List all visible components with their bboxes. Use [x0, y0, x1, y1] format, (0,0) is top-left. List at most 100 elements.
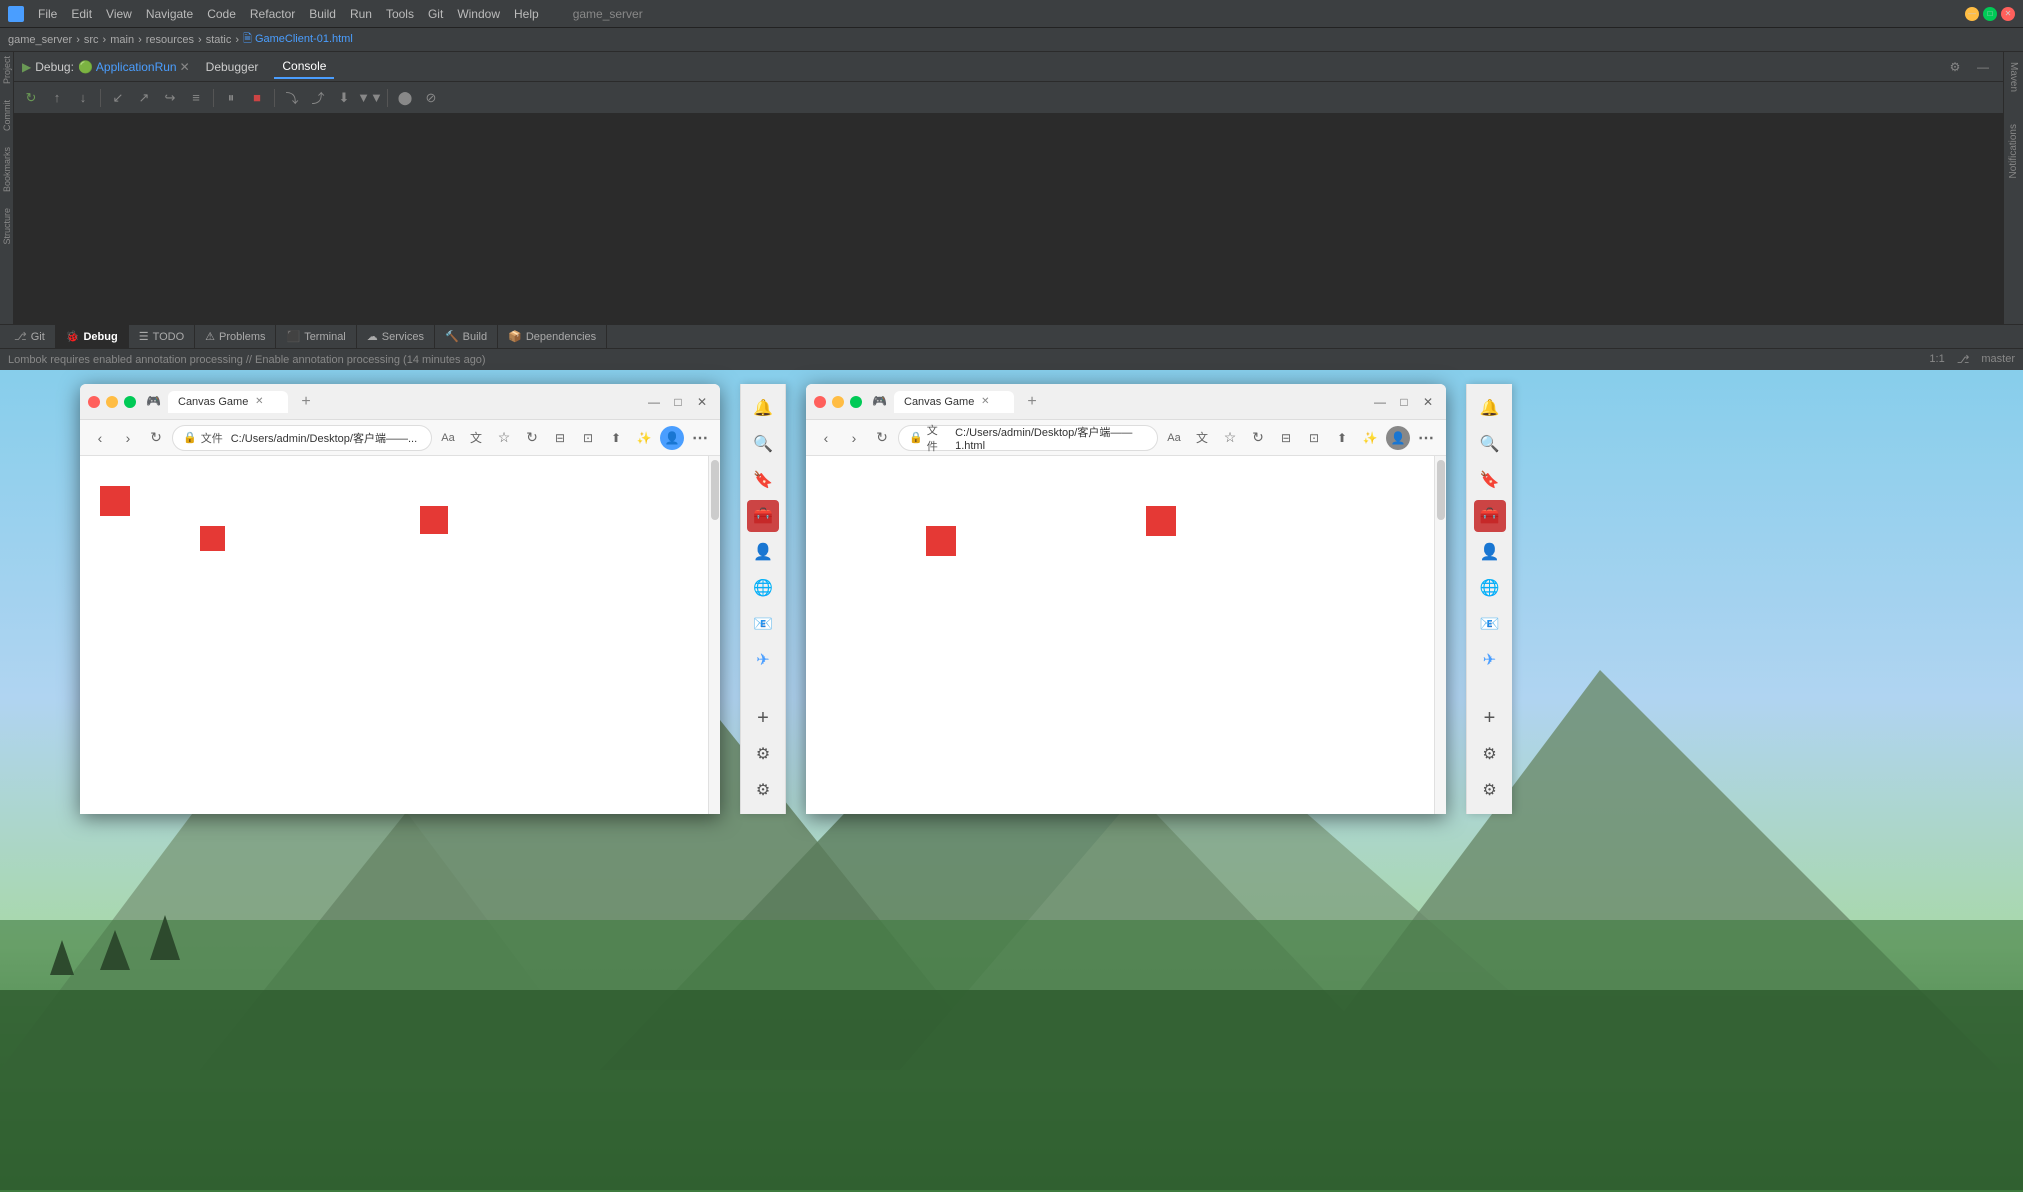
sidebar-mail-icon[interactable]: 📧: [747, 608, 779, 640]
sidebar2-settings2-icon[interactable]: ⚙: [1474, 738, 1506, 770]
force-step-into[interactable]: ⬇: [333, 87, 355, 109]
smart-step-into[interactable]: ▼▼: [359, 87, 381, 109]
cursor-position[interactable]: 1:1: [1929, 353, 1944, 366]
panel-label-structure[interactable]: Structure: [2, 208, 12, 245]
browser2-scrollbar[interactable]: [1434, 456, 1446, 814]
menu-refactor[interactable]: Refactor: [244, 5, 301, 23]
tab-git[interactable]: ⎇ Git: [4, 325, 56, 349]
browser1-share[interactable]: ⬆: [604, 426, 628, 450]
stop-button[interactable]: ■: [246, 87, 268, 109]
sidebar2-settings3-icon[interactable]: ⚙: [1474, 774, 1506, 806]
minimize-panel-icon[interactable]: —: [1971, 55, 1995, 79]
breadcrumb-src[interactable]: src: [84, 34, 99, 46]
sidebar-globe-icon[interactable]: 🌐: [747, 572, 779, 604]
browser2-refresh2[interactable]: ↻: [1246, 426, 1270, 450]
browser2-scrollbar-thumb[interactable]: [1437, 460, 1445, 520]
breadcrumb-main[interactable]: main: [110, 34, 134, 46]
menu-file[interactable]: File: [32, 5, 63, 23]
panel-label-bookmarks[interactable]: Bookmarks: [2, 147, 12, 192]
menu-build[interactable]: Build: [303, 5, 342, 23]
browser2-new-tab[interactable]: +: [1020, 390, 1044, 414]
minimize-button[interactable]: —: [1965, 7, 1979, 21]
browser2-refresh[interactable]: ↻: [870, 426, 894, 450]
sidebar2-bell-icon[interactable]: 🔔: [1474, 392, 1506, 424]
panel-label-commit[interactable]: Commit: [2, 100, 12, 131]
evaluate[interactable]: ≡: [185, 87, 207, 109]
tab-build[interactable]: 🔨 Build: [435, 325, 498, 349]
step-into[interactable]: ↙: [107, 87, 129, 109]
sidebar-user-icon[interactable]: 👤: [747, 536, 779, 568]
browser1-address-bar[interactable]: 🔒 文件 C:/Users/admin/Desktop/客户端——...: [172, 425, 432, 451]
browser1-favorites[interactable]: ☆: [492, 426, 516, 450]
breadcrumb-resources[interactable]: resources: [146, 34, 194, 46]
browser1-refresh2[interactable]: ↻: [520, 426, 544, 450]
sidebar2-search-icon[interactable]: 🔍: [1474, 428, 1506, 460]
sidebar2-bookmark-icon[interactable]: 🔖: [1474, 464, 1506, 496]
browser2-win-close[interactable]: ✕: [1418, 394, 1438, 410]
browser1-translate[interactable]: 文: [464, 426, 488, 450]
sidebar2-user-icon[interactable]: 👤: [1474, 536, 1506, 568]
browser2-more[interactable]: ⋯: [1414, 426, 1438, 450]
step-over-up[interactable]: ↑: [46, 87, 68, 109]
browser1-new-tab[interactable]: +: [294, 390, 318, 414]
run-to-cursor[interactable]: ↪: [159, 87, 181, 109]
browser2-win-max[interactable]: □: [1394, 394, 1414, 410]
settings-icon[interactable]: ⚙: [1943, 55, 1967, 79]
tab-todo[interactable]: ☰ TODO: [129, 325, 195, 349]
browser1-more[interactable]: ⋯: [688, 426, 712, 450]
browser2-maximize[interactable]: [850, 396, 862, 408]
browser2-aa[interactable]: Aa: [1162, 426, 1186, 450]
browser2-split[interactable]: ⊟: [1274, 426, 1298, 450]
tab-services[interactable]: ☁ Services: [357, 325, 435, 349]
browser2-address-bar[interactable]: 🔒 文件 C:/Users/admin/Desktop/客户端——1.html: [898, 425, 1158, 451]
sidebar-plus-icon[interactable]: +: [747, 702, 779, 734]
sidebar2-tools-icon[interactable]: 🧰: [1474, 500, 1506, 532]
sidebar-tools-icon[interactable]: 🧰: [747, 500, 779, 532]
step-over-down[interactable]: ↓: [72, 87, 94, 109]
toggle-breakpoints[interactable]: ⬤: [394, 87, 416, 109]
browser2-profile[interactable]: 👤: [1386, 426, 1410, 450]
browser2-favorites[interactable]: ☆: [1218, 426, 1242, 450]
browser1-refresh[interactable]: ↻: [144, 426, 168, 450]
tab-terminal[interactable]: ⬛ Terminal: [276, 325, 356, 349]
menu-git[interactable]: Git: [422, 5, 449, 23]
browser1-tab[interactable]: Canvas Game ✕: [168, 391, 288, 413]
close-debug-icon[interactable]: ✕: [180, 60, 190, 74]
browser1-win-min[interactable]: —: [644, 394, 664, 410]
step-out[interactable]: ↗: [133, 87, 155, 109]
sidebar-settings3-icon[interactable]: ⚙: [747, 774, 779, 806]
notifications-panel-label[interactable]: Notifications: [2008, 118, 2019, 184]
browser1-aa[interactable]: Aa: [436, 426, 460, 450]
browser1-minimize[interactable]: [106, 396, 118, 408]
sidebar-settings2-icon[interactable]: ⚙: [747, 738, 779, 770]
breadcrumb-static[interactable]: static: [206, 34, 232, 46]
browser2-close[interactable]: [814, 396, 826, 408]
sidebar-bell-icon[interactable]: 🔔: [747, 392, 779, 424]
sidebar-plane-icon[interactable]: ✈: [747, 644, 779, 676]
menu-code[interactable]: Code: [201, 5, 242, 23]
menu-help[interactable]: Help: [508, 5, 545, 23]
sidebar-search-icon[interactable]: 🔍: [747, 428, 779, 460]
menu-edit[interactable]: Edit: [65, 5, 98, 23]
browser2-share[interactable]: ⬆: [1330, 426, 1354, 450]
menu-window[interactable]: Window: [451, 5, 506, 23]
browser1-copilot[interactable]: ✨: [632, 426, 656, 450]
sidebar-bookmark-icon[interactable]: 🔖: [747, 464, 779, 496]
sidebar2-plus-icon[interactable]: +: [1474, 702, 1506, 734]
browser2-back[interactable]: ‹: [814, 426, 838, 450]
browser2-forward[interactable]: ›: [842, 426, 866, 450]
browser1-profile[interactable]: 👤: [660, 426, 684, 450]
step-over-icon[interactable]: ⤵: [281, 87, 303, 109]
browser1-back[interactable]: ‹: [88, 426, 112, 450]
browser1-win-max[interactable]: □: [668, 394, 688, 410]
debug-run-config[interactable]: 🟢 ApplicationRun ✕: [78, 60, 190, 74]
browser2-translate[interactable]: 文: [1190, 426, 1214, 450]
resume-button[interactable]: ↻: [20, 87, 42, 109]
panel-label-project[interactable]: Project: [2, 56, 12, 84]
browser2-tab[interactable]: Canvas Game ✕: [894, 391, 1014, 413]
browser2-immersive[interactable]: ⊡: [1302, 426, 1326, 450]
browser2-minimize[interactable]: [832, 396, 844, 408]
breadcrumb-project[interactable]: game_server: [8, 34, 72, 46]
browser1-immersive[interactable]: ⊡: [576, 426, 600, 450]
maven-panel-label[interactable]: Maven: [2008, 56, 2019, 98]
